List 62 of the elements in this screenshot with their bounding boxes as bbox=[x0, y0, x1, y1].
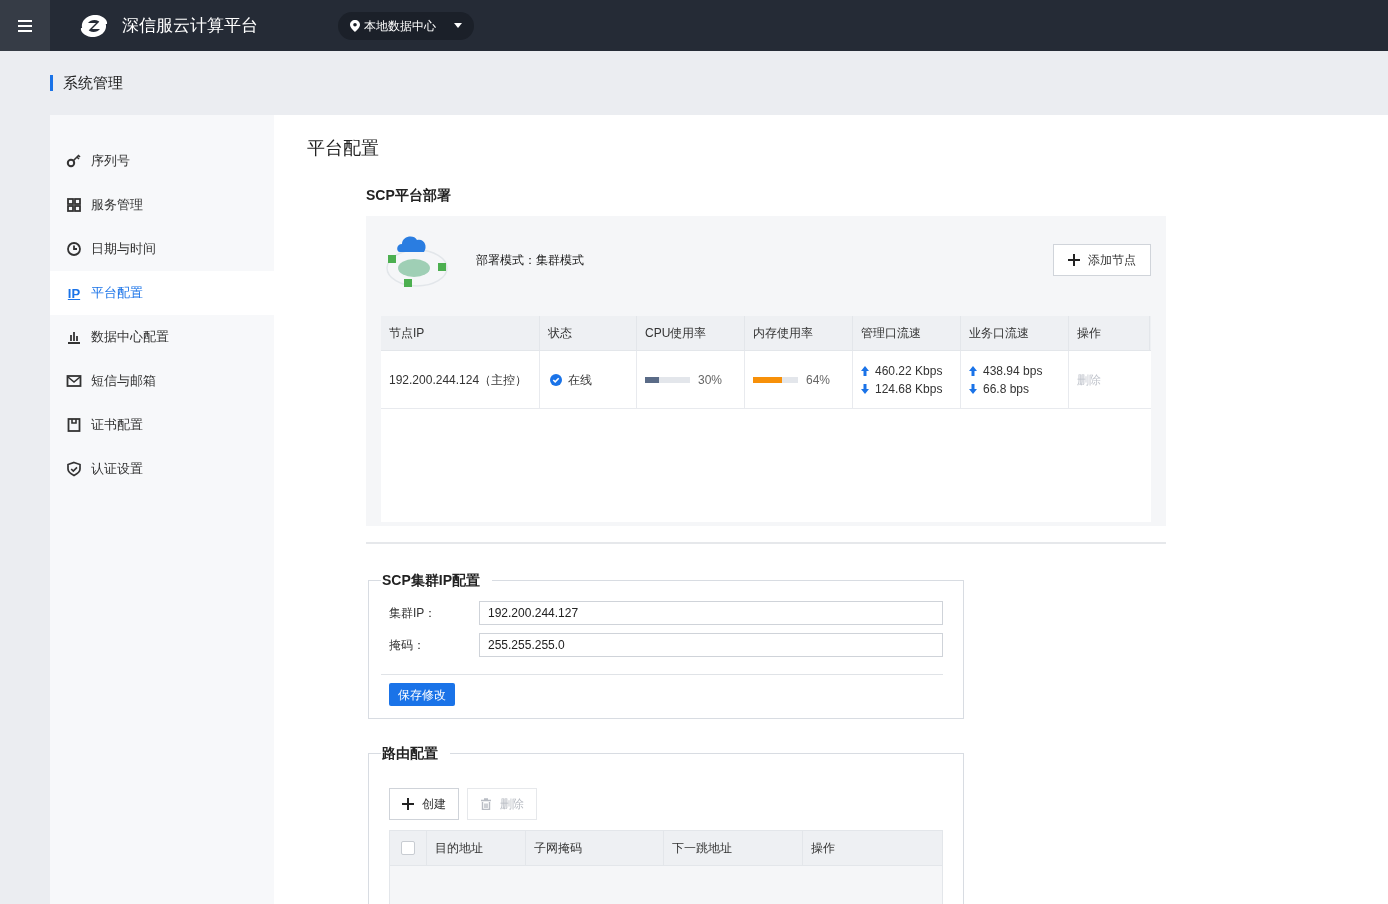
menu-button[interactable] bbox=[0, 0, 50, 51]
arrow-down-icon bbox=[861, 383, 869, 394]
column-header: 下一跳地址 bbox=[664, 831, 803, 865]
clock-icon bbox=[66, 241, 82, 257]
caret-icon bbox=[454, 23, 462, 28]
sidebar-item[interactable]: 短信与邮箱 bbox=[50, 359, 274, 403]
bar-chart-icon bbox=[66, 329, 82, 345]
datacenter-dropdown[interactable]: 本地数据中心 bbox=[338, 11, 474, 40]
service-rate-down: 66.8 bps bbox=[983, 380, 1030, 398]
page-title: 平台配置 bbox=[307, 137, 380, 160]
usage-reading: 30% bbox=[698, 371, 723, 389]
shield-icon bbox=[66, 461, 82, 477]
grid-icon bbox=[66, 197, 82, 213]
save-icon bbox=[66, 417, 82, 433]
arrow-down-icon bbox=[969, 383, 977, 394]
add-node-button[interactable]: 添加节点 bbox=[1053, 244, 1151, 276]
column-header: 节点IP bbox=[381, 316, 540, 350]
panel-title: 路由配置 bbox=[381, 744, 439, 763]
panel-title: SCP集群IP配置 bbox=[381, 571, 481, 590]
usage-reading: 64% bbox=[806, 371, 831, 389]
save-button[interactable]: 保存修改 bbox=[389, 683, 455, 706]
select-all-checkbox[interactable] bbox=[401, 841, 415, 855]
column-header: 业务口流速 bbox=[961, 316, 1069, 350]
input-field[interactable]: 192.200.244.127 bbox=[479, 601, 943, 625]
sidebar-item[interactable]: 证书配置 bbox=[50, 403, 274, 447]
service-rate-up: 438.94 bps bbox=[983, 362, 1043, 380]
menu-icon bbox=[17, 18, 33, 33]
location-pin-icon bbox=[350, 19, 360, 32]
column-header: 内存使用率 bbox=[745, 316, 853, 350]
mgmt-rate-down: 124.68 Kbps bbox=[875, 380, 943, 398]
ip-icon: IP bbox=[67, 286, 81, 300]
field-label: 集群IP： bbox=[389, 605, 438, 622]
app-title: 深信服云计算平台 bbox=[122, 14, 258, 37]
mail-icon bbox=[66, 373, 82, 389]
sidebar-item[interactable]: IP 平台配置 bbox=[50, 271, 274, 315]
column-header: 操作 bbox=[1069, 316, 1150, 350]
mgmt-rate-up: 460.22 Kbps bbox=[875, 362, 943, 380]
key-icon bbox=[66, 153, 82, 169]
table-cell: 192.200.244.124（主控） bbox=[381, 351, 540, 408]
column-header: 管理口流速 bbox=[853, 316, 961, 350]
column-header: 操作 bbox=[810, 840, 836, 857]
trash-icon bbox=[480, 798, 492, 810]
column-header: 目的地址 bbox=[427, 831, 526, 865]
create-button[interactable]: 创建 bbox=[389, 788, 459, 820]
sidebar-item[interactable]: 数据中心配置 bbox=[50, 315, 274, 359]
status-text: 在线 bbox=[568, 371, 592, 389]
input-field[interactable]: 255.255.255.0 bbox=[479, 633, 943, 657]
sidebar-item[interactable]: 服务管理 bbox=[50, 183, 274, 227]
column-header: 状态 bbox=[540, 316, 637, 350]
sidebar-item[interactable]: 认证设置 bbox=[50, 447, 274, 491]
sidebar-item[interactable]: 日期与时间 bbox=[50, 227, 274, 271]
arrow-up-icon bbox=[861, 365, 869, 376]
plus-icon bbox=[402, 798, 414, 810]
column-header: 子网掩码 bbox=[526, 831, 664, 865]
sidebar-item[interactable]: 序列号 bbox=[50, 139, 274, 183]
field-label: 掩码： bbox=[389, 637, 426, 654]
column-header: CPU使用率 bbox=[637, 316, 745, 350]
deployment-mode: 部署模式：集群模式 bbox=[476, 252, 584, 269]
section-title: SCP平台部署 bbox=[366, 186, 452, 205]
plus-icon bbox=[1068, 254, 1080, 266]
arrow-up-icon bbox=[969, 365, 977, 376]
breadcrumb-title: 系统管理 bbox=[63, 72, 123, 93]
